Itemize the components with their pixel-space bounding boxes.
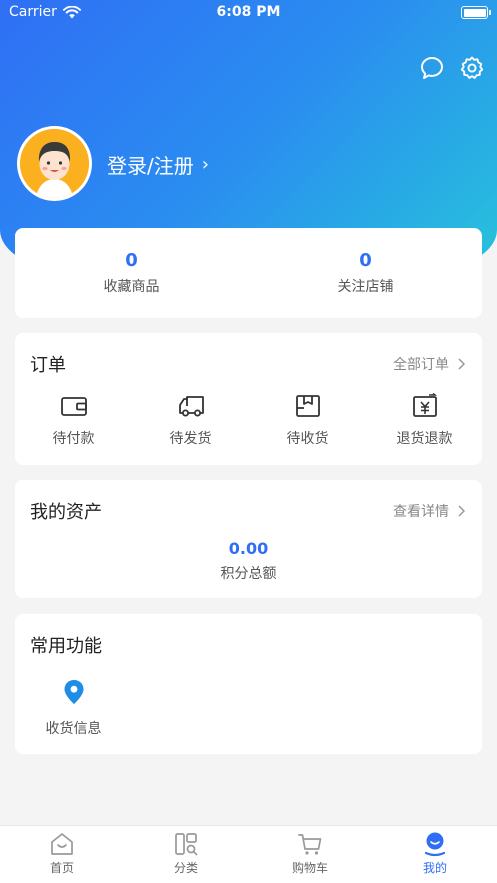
wallet-icon (60, 397, 87, 416)
order-pending-payment-label: 待付款 (52, 431, 95, 447)
common-functions-title: 常用功能 (30, 636, 102, 657)
avatar-cartoon-image (20, 129, 89, 198)
package-icon (295, 395, 320, 417)
user-icon (424, 832, 446, 857)
shipping-address-label: 收货信息 (45, 721, 102, 737)
status-time: 6:08 PM (216, 4, 281, 20)
settings-gear-icon[interactable] (459, 55, 485, 81)
all-orders-link[interactable]: 全部订单 (393, 354, 465, 374)
battery-icon (461, 6, 491, 19)
favorite-products-stat[interactable]: 0 收藏商品 (15, 250, 248, 296)
points-total-label: 积分总额 (220, 566, 277, 582)
login-register-label: 登录/注册 (107, 154, 194, 178)
location-pin-icon (64, 680, 83, 704)
chevron-right-icon (458, 505, 465, 517)
favorite-products-label: 收藏商品 (103, 279, 160, 295)
order-pending-receipt[interactable]: 待收货 (249, 393, 366, 448)
category-icon (175, 833, 198, 856)
order-pending-shipment[interactable]: 待发货 (132, 393, 249, 448)
order-pending-receipt-label: 待收货 (286, 431, 329, 447)
followed-shops-stat[interactable]: 0 关注店铺 (249, 250, 482, 296)
tab-home-label: 首页 (49, 861, 74, 875)
followed-shops-count: 0 (359, 250, 372, 271)
truck-icon (178, 396, 204, 417)
bottom-tab-bar: 首页 分类 购物车 我的 (0, 825, 497, 883)
login-register-link[interactable]: 登录/注册 › (107, 150, 209, 179)
chevron-right-icon: › (201, 154, 209, 175)
all-orders-label: 全部订单 (393, 357, 449, 373)
home-icon (51, 833, 73, 855)
orders-card: 订单 全部订单 待付款 待发货 待收货 退货退款 (15, 333, 482, 465)
points-total-value: 0.00 (228, 539, 269, 558)
tab-cart-label: 购物车 (291, 861, 328, 875)
asset-details-link[interactable]: 查看详情 (393, 501, 465, 521)
stats-card: 0 收藏商品 0 关注店铺 (15, 228, 482, 318)
cart-icon (298, 834, 322, 855)
followed-shops-label: 关注店铺 (337, 279, 394, 295)
chevron-right-icon (458, 358, 465, 370)
asset-details-label: 查看详情 (393, 504, 449, 520)
avatar[interactable] (17, 126, 92, 201)
shipping-address-item[interactable]: 收货信息 (15, 678, 132, 738)
order-pending-payment[interactable]: 待付款 (15, 393, 132, 448)
message-icon[interactable] (419, 55, 445, 81)
status-bar: Carrier 6:08 PM (0, 0, 497, 26)
tab-category-label: 分类 (173, 861, 198, 875)
order-pending-shipment-label: 待发货 (169, 431, 212, 447)
assets-title: 我的资产 (30, 502, 102, 523)
tab-category[interactable]: 分类 (124, 831, 248, 876)
points-total[interactable]: 0.00 积分总额 (15, 539, 482, 583)
tab-cart[interactable]: 购物车 (248, 831, 372, 876)
common-functions-card: 常用功能 收货信息 (15, 614, 482, 754)
favorite-products-count: 0 (125, 250, 138, 271)
tab-mine[interactable]: 我的 (373, 831, 497, 876)
refund-icon (412, 393, 437, 417)
order-refund[interactable]: 退货退款 (366, 393, 483, 448)
orders-title: 订单 (30, 355, 66, 376)
assets-card: 我的资产 查看详情 0.00 积分总额 (15, 480, 482, 598)
order-refund-label: 退货退款 (396, 431, 453, 447)
tab-mine-label: 我的 (422, 861, 447, 875)
tab-home[interactable]: 首页 (0, 831, 124, 876)
